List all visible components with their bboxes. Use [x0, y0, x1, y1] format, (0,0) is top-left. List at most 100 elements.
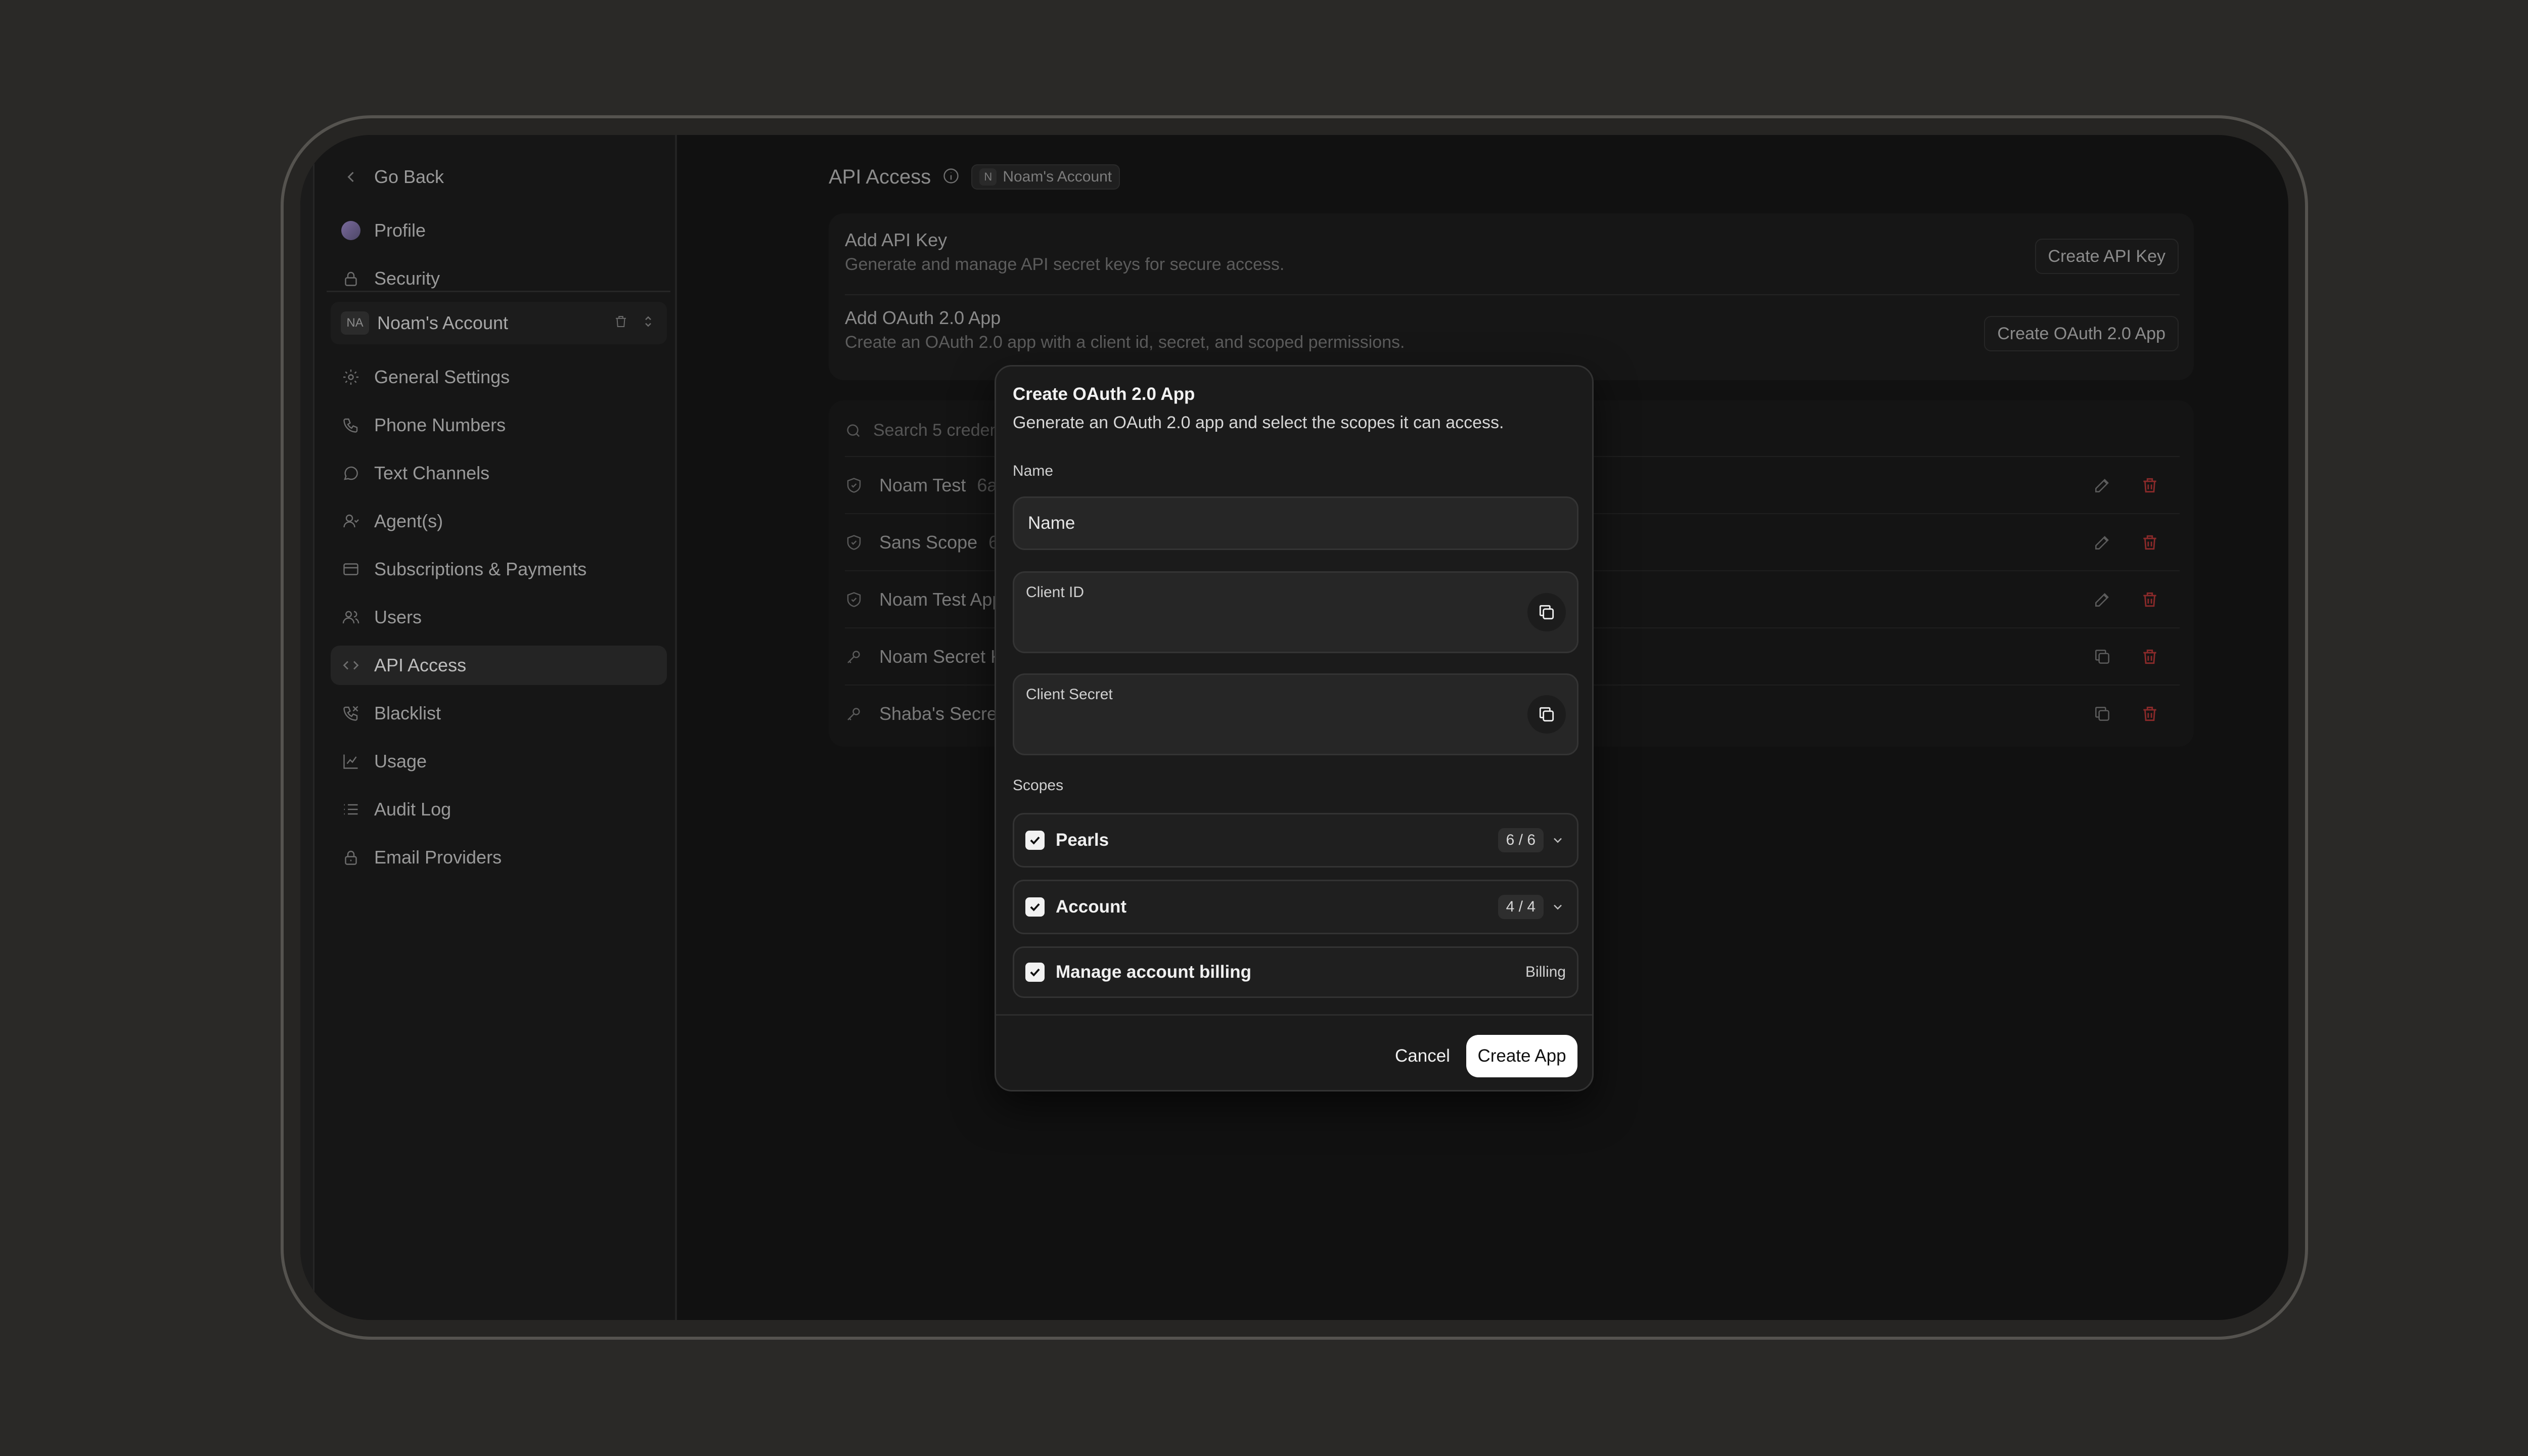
chevron-down-icon[interactable] — [1551, 833, 1571, 847]
sidebar-item-blacklist[interactable]: Blacklist — [331, 694, 667, 733]
checkbox-checked[interactable] — [1025, 897, 1045, 917]
shield-icon — [845, 589, 865, 610]
create-oauth-dialog: Create OAuth 2.0 App Generate an OAuth 2… — [995, 365, 1594, 1091]
info-icon[interactable] — [942, 167, 960, 188]
sidebar-item-label: Email Providers — [374, 847, 502, 868]
scopes-label: Scopes — [1013, 777, 1064, 794]
sidebar-item-label: Text Channels — [374, 463, 490, 483]
account-chip-letter: N — [979, 168, 997, 186]
sidebar-item-security[interactable]: Security — [331, 259, 667, 298]
sidebar-item-label: Phone Numbers — [374, 415, 506, 435]
key-icon — [845, 647, 865, 667]
card-icon — [341, 559, 361, 579]
divider — [996, 1014, 1592, 1016]
account-badge: NA — [341, 311, 369, 335]
sidebar-item-audit-log[interactable]: Audit Log — [331, 790, 667, 829]
scope-count-badge: 4 / 4 — [1498, 895, 1544, 919]
edit-icon[interactable] — [2093, 590, 2112, 609]
cancel-button[interactable]: Cancel — [1386, 1036, 1459, 1076]
key-icon — [845, 704, 865, 724]
sidebar: Go Back Profile Security NA Noam's Accou… — [300, 135, 677, 1320]
sidebar-item-label: Usage — [374, 751, 427, 771]
credential-name: Noam Test — [879, 474, 966, 495]
scope-name: Account — [1056, 897, 1126, 917]
edit-icon[interactable] — [2093, 533, 2112, 552]
lock-icon — [341, 847, 361, 868]
credentials-search[interactable]: Search 5 credent — [845, 421, 1004, 440]
sidebar-item-label: Agent(s) — [374, 511, 443, 531]
credential-name: Shaba's Secret — [879, 703, 1003, 724]
sidebar-item-text-channels[interactable]: Text Channels — [331, 453, 667, 493]
sidebar-item-usage[interactable]: Usage — [331, 742, 667, 781]
search-input[interactable]: Search 5 credent — [873, 421, 1004, 440]
go-back-link[interactable]: Go Back — [331, 157, 667, 197]
checkbox-checked[interactable] — [1025, 831, 1045, 850]
create-api-key-button[interactable]: Create API Key — [2035, 239, 2179, 274]
scope-name: Pearls — [1056, 830, 1109, 850]
agent-icon — [341, 511, 361, 531]
dialog-title: Create OAuth 2.0 App — [1013, 384, 1195, 404]
chat-icon — [341, 463, 361, 483]
gear-icon — [341, 367, 361, 387]
sidebar-item-api-access[interactable]: API Access — [331, 646, 667, 685]
page-title: API Access — [829, 165, 931, 188]
shield-icon — [845, 475, 865, 495]
checkbox-checked[interactable] — [1025, 963, 1045, 982]
trash-icon[interactable] — [2140, 647, 2159, 666]
scope-name: Manage account billing — [1056, 962, 1251, 982]
list-icon — [341, 799, 361, 820]
scope-account[interactable]: Account 4 / 4 — [1013, 880, 1578, 934]
sidebar-item-users[interactable]: Users — [331, 598, 667, 637]
copy-icon[interactable] — [2093, 647, 2112, 666]
sidebar-item-subscriptions[interactable]: Subscriptions & Payments — [331, 550, 667, 589]
divider — [327, 291, 670, 292]
api-key-row: Add API Key Generate and manage API secr… — [845, 230, 2180, 275]
sidebar-item-general-settings[interactable]: General Settings — [331, 357, 667, 397]
edit-icon[interactable] — [2093, 476, 2112, 495]
copy-icon — [1539, 707, 1554, 722]
scope-pearls[interactable]: Pearls 6 / 6 — [1013, 813, 1578, 868]
client-secret-field[interactable]: Client Secret — [1013, 673, 1578, 755]
trash-icon[interactable] — [2140, 704, 2159, 723]
sidebar-rail — [300, 135, 314, 1320]
client-id-label: Client ID — [1026, 584, 1085, 601]
scope-count-badge: 6 / 6 — [1498, 828, 1544, 852]
create-credentials-card: Add API Key Generate and manage API secr… — [829, 213, 2194, 380]
sidebar-item-profile[interactable]: Profile — [331, 211, 667, 250]
client-secret-label: Client Secret — [1026, 686, 1113, 703]
oauth-row: Add OAuth 2.0 App Create an OAuth 2.0 ap… — [845, 307, 2180, 352]
phone-icon — [341, 415, 361, 435]
scope-category-tag: Billing — [1525, 964, 1566, 980]
sidebar-item-label: Security — [374, 268, 440, 289]
oauth-subtitle: Create an OAuth 2.0 app with a client id… — [845, 333, 1405, 352]
sidebar-item-label: Audit Log — [374, 799, 452, 820]
sidebar-item-email-providers[interactable]: Email Providers — [331, 838, 667, 877]
trash-icon[interactable] — [2140, 533, 2159, 552]
copy-client-id-button[interactable] — [1527, 593, 1566, 631]
avatar — [341, 220, 361, 241]
scope-manage-billing[interactable]: Manage account billing Billing — [1013, 946, 1578, 998]
copy-icon — [1539, 605, 1554, 620]
account-selector[interactable]: NA Noam's Account — [331, 302, 667, 344]
trash-icon[interactable] — [2140, 590, 2159, 609]
trash-icon[interactable] — [613, 312, 628, 334]
chevron-down-icon[interactable] — [1551, 900, 1571, 914]
account-chip: N Noam's Account — [971, 164, 1120, 190]
api-key-title: Add API Key — [845, 230, 947, 250]
copy-icon[interactable] — [2093, 704, 2112, 723]
credential-name: Sans Scope — [879, 531, 978, 553]
client-id-field[interactable]: Client ID — [1013, 571, 1578, 653]
go-back-label: Go Back — [374, 166, 444, 187]
sidebar-item-label: Blacklist — [374, 703, 441, 723]
trash-icon[interactable] — [2140, 476, 2159, 495]
page-header: API Access N Noam's Account — [829, 164, 1120, 190]
create-oauth-app-button[interactable]: Create OAuth 2.0 App — [1984, 316, 2179, 351]
name-input[interactable]: Name — [1028, 513, 1075, 533]
sidebar-item-phone-numbers[interactable]: Phone Numbers — [331, 405, 667, 445]
name-field[interactable]: Name — [1013, 496, 1578, 550]
sidebar-item-agents[interactable]: Agent(s) — [331, 502, 667, 541]
copy-client-secret-button[interactable] — [1527, 695, 1566, 734]
oauth-title: Add OAuth 2.0 App — [845, 307, 1001, 328]
chart-icon — [341, 751, 361, 771]
create-app-button[interactable]: Create App — [1466, 1035, 1577, 1077]
